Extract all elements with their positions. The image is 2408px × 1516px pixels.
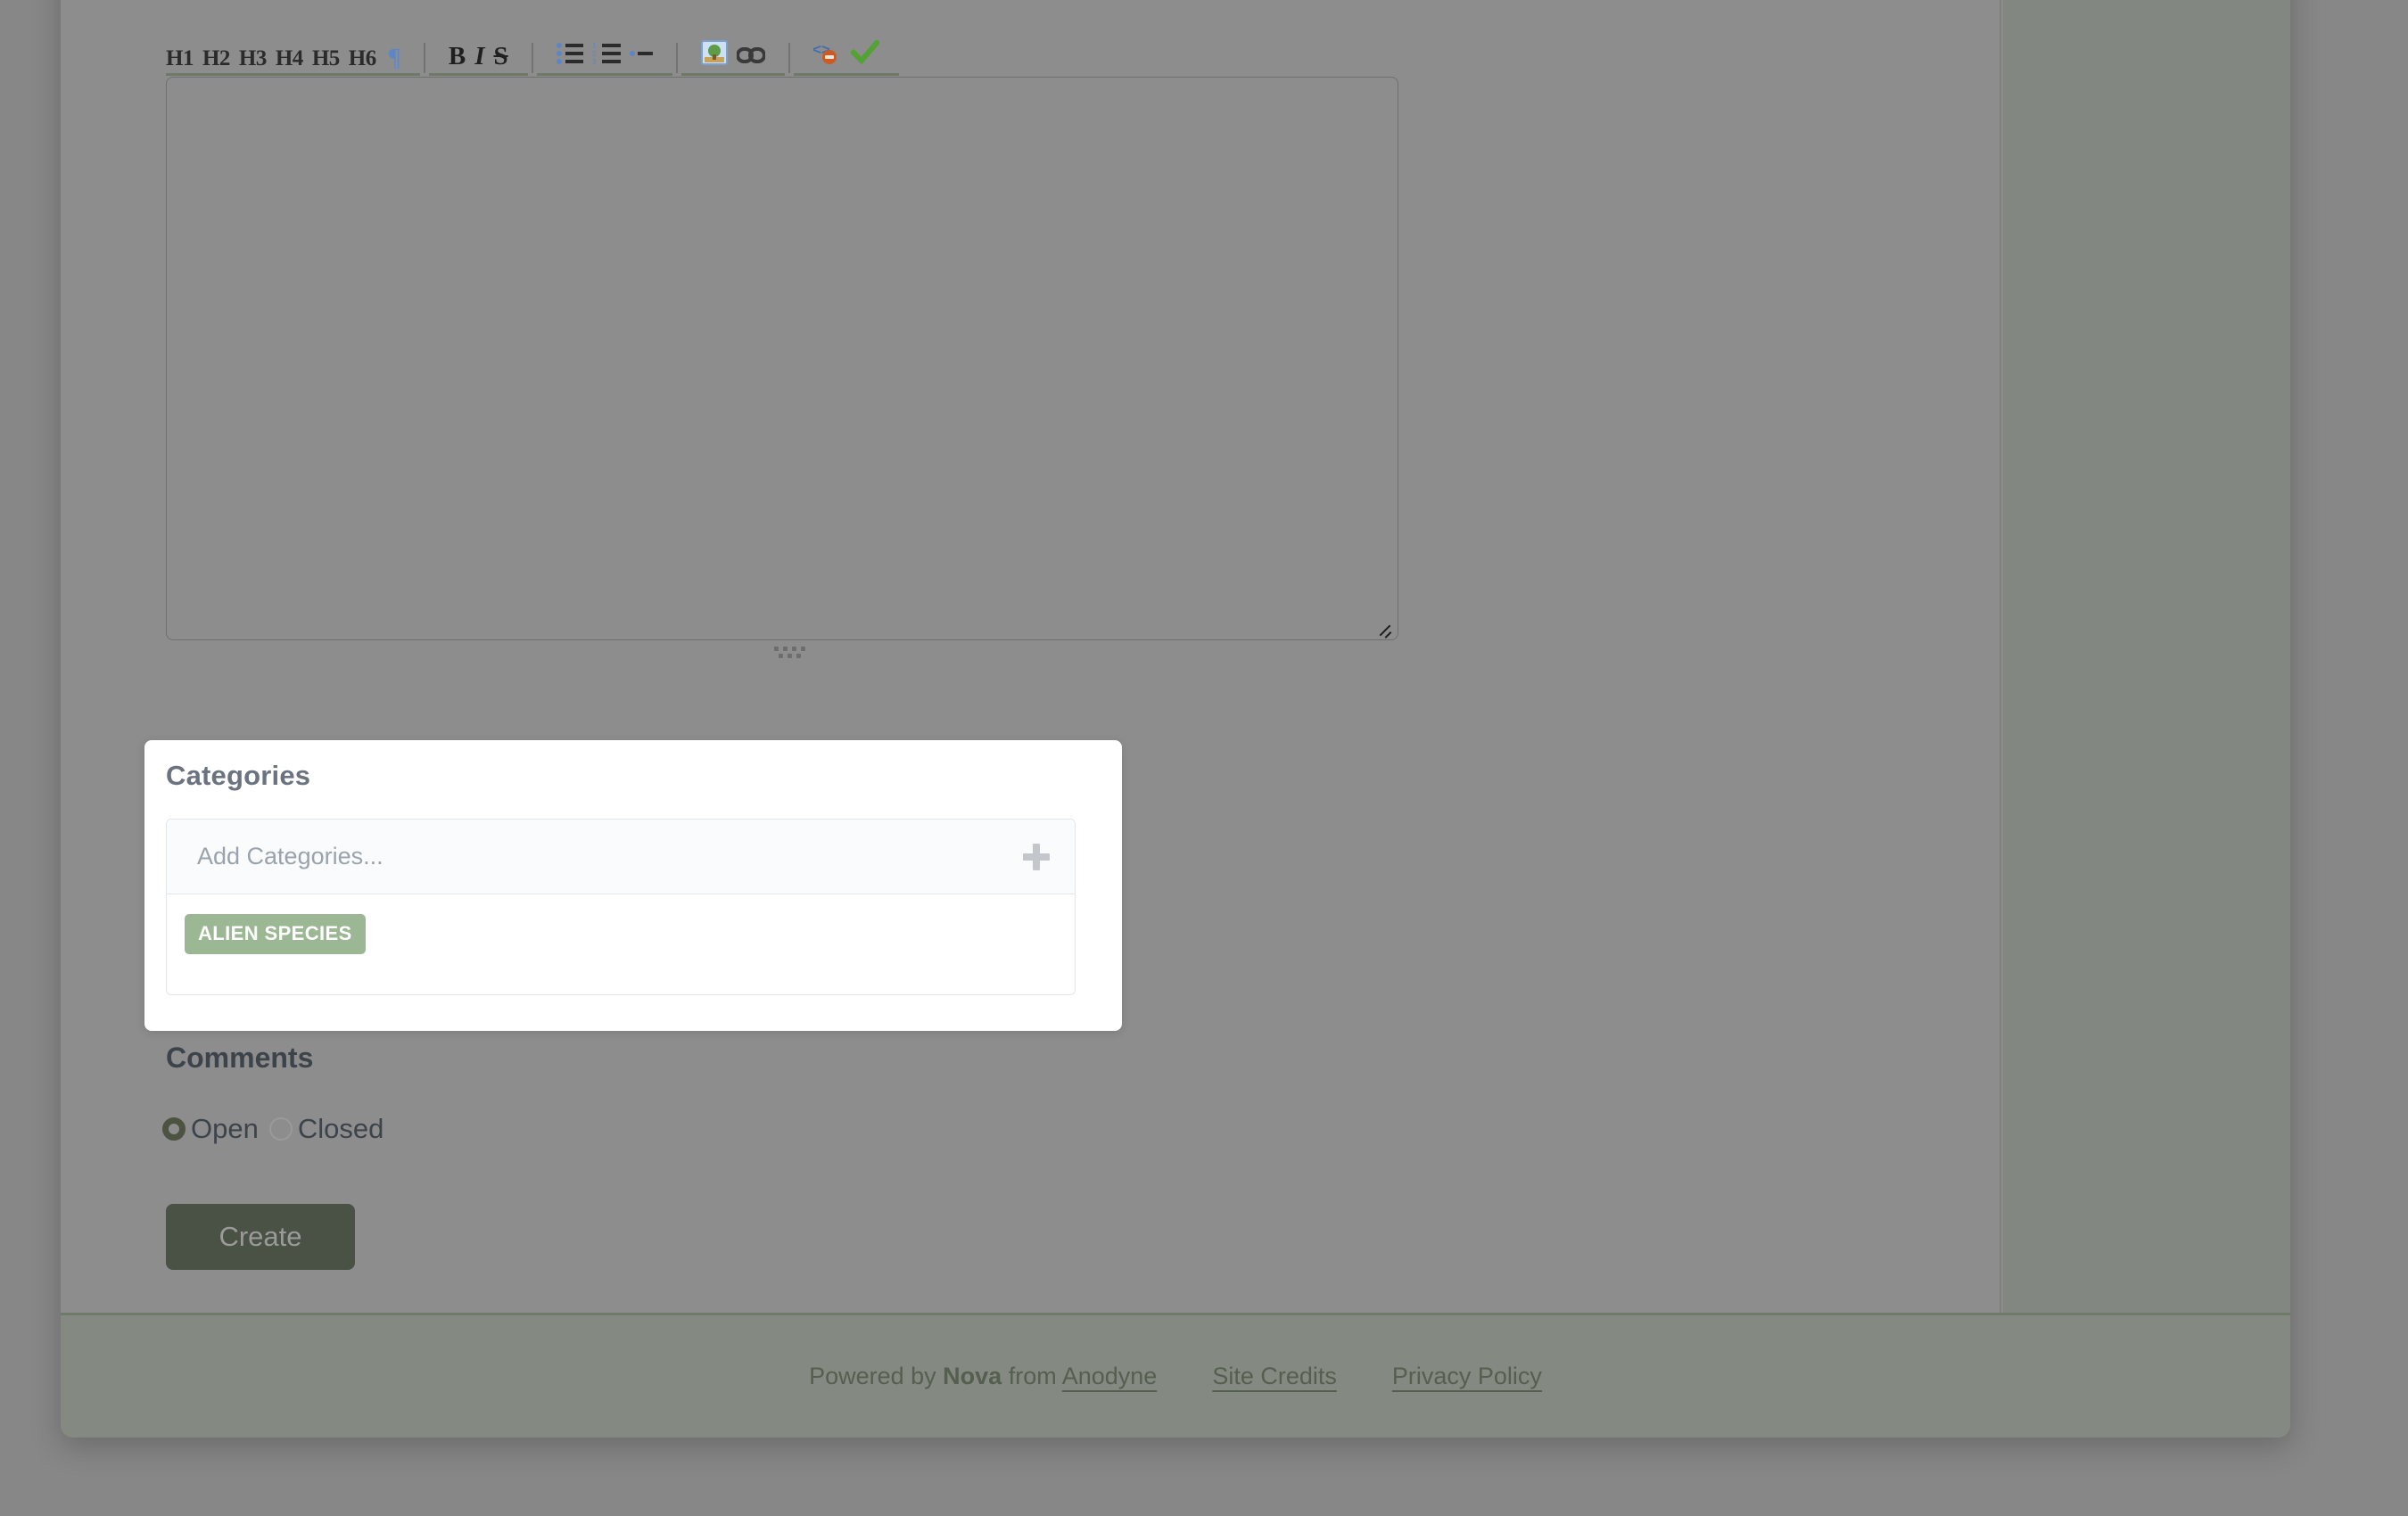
heading-2-button[interactable]: H2 (202, 47, 230, 73)
link-icon[interactable] (735, 45, 766, 73)
main-content-column: H1 H2 H3 H4 H5 H6 ¶ B I S 1 2 3 <> Categ… (61, 0, 2001, 1313)
indent-icon[interactable] (629, 42, 653, 73)
heading-1-button[interactable]: H1 (166, 47, 194, 73)
screen: H1 H2 H3 H4 H5 H6 ¶ B I S 1 2 3 <> Categ… (0, 0, 2408, 1516)
paragraph-icon[interactable]: ¶ (389, 45, 400, 73)
heading-5-button[interactable]: H5 (312, 47, 340, 73)
editor-drag-handle[interactable] (774, 647, 810, 659)
bold-button[interactable]: B (449, 44, 466, 73)
bullet-list-icon[interactable] (556, 42, 583, 73)
content-textarea[interactable] (166, 77, 1398, 640)
editor-toolbar: H1 H2 H3 H4 H5 H6 ¶ B I S 1 2 3 <> (166, 38, 899, 76)
comments-option-open-label: Open (191, 1113, 259, 1144)
italic-button[interactable]: I (474, 44, 484, 73)
toolbar-divider (423, 43, 425, 73)
toolbar-divider (788, 43, 790, 73)
selected-categories-list: ALIEN SPECIES (167, 894, 1075, 954)
comments-option-open[interactable]: Open (162, 1113, 259, 1145)
toolbar-group-lists: 1 2 3 (536, 40, 672, 76)
comments-option-closed-label: Closed (297, 1113, 384, 1144)
radio-selected-icon[interactable] (162, 1117, 186, 1141)
toolbar-group-formatting: B I S (428, 40, 528, 76)
toolbar-group-headings: H1 H2 H3 H4 H5 H6 ¶ (166, 40, 420, 76)
footer-brand: Nova (943, 1363, 1002, 1389)
categories-title: Categories (166, 760, 311, 791)
add-categories-input[interactable] (167, 820, 1075, 894)
toolbar-group-tools: <> (793, 38, 899, 76)
footer-privacy-policy-link[interactable]: Privacy Policy (1392, 1363, 1542, 1390)
image-icon[interactable] (700, 40, 728, 73)
site-sheet: H1 H2 H3 H4 H5 H6 ¶ B I S 1 2 3 <> Categ… (61, 0, 2290, 1438)
toolbar-group-media (680, 40, 785, 76)
plus-icon[interactable] (1023, 843, 1050, 870)
categories-input-row (167, 820, 1075, 894)
resize-handle-icon[interactable] (1374, 618, 1394, 638)
comments-radio-group: Open Closed (162, 1113, 394, 1145)
create-button[interactable]: Create (166, 1204, 355, 1270)
toolbar-divider (675, 43, 678, 73)
category-tag[interactable]: ALIEN SPECIES (185, 914, 366, 954)
svg-text:2: 2 (592, 50, 597, 58)
comments-title: Comments (166, 1042, 314, 1074)
site-footer: Powered by Nova from Anodyne Site Credit… (61, 1313, 2290, 1438)
heading-6-button[interactable]: H6 (349, 47, 376, 73)
categories-panel: Categories ALIEN SPECIES (144, 740, 1122, 1031)
comments-option-closed[interactable]: Closed (268, 1113, 384, 1145)
categories-box: ALIEN SPECIES (166, 819, 1076, 995)
radio-unselected-icon[interactable] (268, 1117, 293, 1141)
footer-powered-prefix: Powered by (809, 1363, 944, 1389)
footer-powered-middle: from (1002, 1363, 1062, 1389)
checkmark-icon[interactable] (849, 38, 880, 73)
heading-4-button[interactable]: H4 (276, 47, 303, 73)
toolbar-divider (531, 43, 533, 73)
code-icon[interactable]: <> (812, 40, 842, 73)
strikethrough-button[interactable]: S (494, 44, 508, 73)
sidebar-column (2003, 0, 2290, 1313)
numbered-list-icon[interactable]: 1 2 3 (592, 42, 621, 73)
footer-credit: Powered by Nova from Anodyne (809, 1363, 1157, 1390)
svg-text:1: 1 (592, 42, 597, 50)
footer-vendor-link[interactable]: Anodyne (1062, 1363, 1158, 1389)
heading-3-button[interactable]: H3 (239, 47, 267, 73)
footer-site-credits-link[interactable]: Site Credits (1212, 1363, 1337, 1390)
svg-text:3: 3 (592, 58, 597, 65)
